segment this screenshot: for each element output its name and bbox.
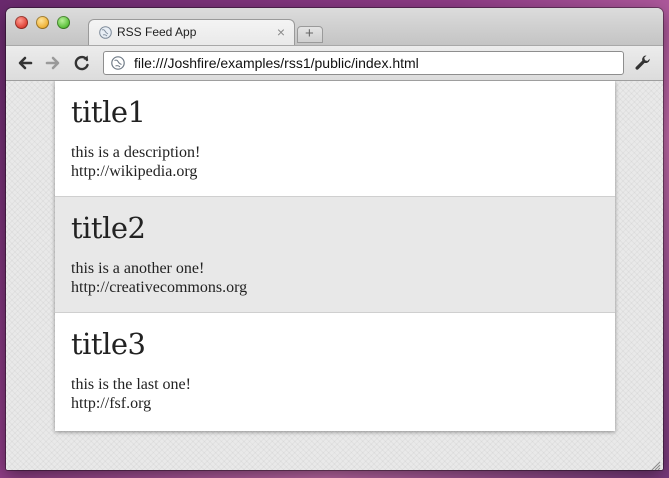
- page-viewport: title1 this is a description! http://wik…: [6, 81, 663, 470]
- minimize-window-button[interactable]: [36, 16, 49, 29]
- globe-icon: [99, 26, 112, 39]
- browser-tab[interactable]: RSS Feed App ×: [88, 19, 295, 46]
- address-bar[interactable]: file:///Joshfire/examples/rss1/public/in…: [103, 51, 624, 75]
- feed-item-title: title3: [71, 327, 146, 361]
- wrench-icon[interactable]: [633, 53, 653, 73]
- feed-item-link[interactable]: http://creativecommons.org: [71, 279, 247, 297]
- feed-item-description: this is the last one!: [71, 376, 191, 393]
- zoom-window-button[interactable]: [57, 16, 70, 29]
- tab-close-icon[interactable]: ×: [277, 23, 285, 41]
- tab-title: RSS Feed App: [117, 25, 197, 39]
- feed-item-description: this is a another one!: [71, 260, 205, 277]
- title-bar: RSS Feed App × +: [6, 8, 663, 46]
- new-tab-button[interactable]: +: [297, 25, 323, 43]
- close-window-button[interactable]: [15, 16, 28, 29]
- reload-icon[interactable]: [71, 52, 93, 74]
- url-text: file:///Joshfire/examples/rss1/public/in…: [134, 55, 419, 71]
- back-arrow-icon[interactable]: [14, 52, 36, 74]
- page-globe-icon: [111, 56, 125, 70]
- plus-icon: +: [305, 25, 314, 42]
- browser-window: RSS Feed App × + file:///Joshfire/exampl…: [6, 8, 663, 470]
- feed-list: title1 this is a description! http://wik…: [55, 81, 615, 431]
- resize-grip-icon[interactable]: [651, 458, 661, 470]
- feed-item-title: title1: [71, 95, 146, 129]
- feed-item[interactable]: title3 this is the last one! http://fsf.…: [55, 313, 615, 431]
- feed-item-description: this is a description!: [71, 144, 201, 161]
- toolbar: file:///Joshfire/examples/rss1/public/in…: [6, 45, 663, 81]
- feed-item-title: title2: [71, 211, 146, 245]
- feed-item[interactable]: title2 this is a another one! http://cre…: [55, 197, 615, 313]
- forward-arrow-icon[interactable]: [42, 52, 64, 74]
- feed-item[interactable]: title1 this is a description! http://wik…: [55, 81, 615, 197]
- feed-item-link[interactable]: http://fsf.org: [71, 395, 151, 413]
- feed-item-link[interactable]: http://wikipedia.org: [71, 163, 197, 181]
